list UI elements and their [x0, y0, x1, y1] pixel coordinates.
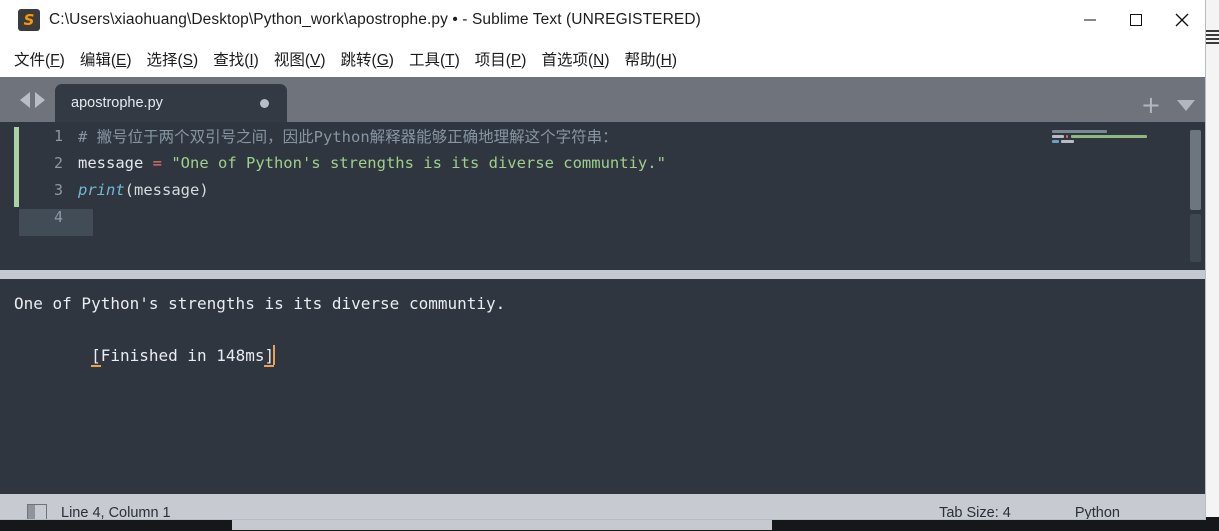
tab-apostrophe-py[interactable]: apostrophe.py	[55, 84, 287, 122]
minimap-viewport-region[interactable]	[1190, 214, 1201, 262]
maximize-icon	[1130, 14, 1142, 26]
window-title: C:\Users\xiaohuang\Desktop\Python_work\a…	[49, 11, 701, 28]
minimap-token	[1052, 130, 1108, 133]
window-controls	[1067, 0, 1205, 40]
menu-bar: 文件(F) 编辑(E) 选择(S) 查找(I) 视图(V) 跳转(G) 工具(T) 项目(P)…	[0, 40, 1205, 77]
menu-item-5[interactable]: 视图(V)	[274, 48, 326, 70]
tab-bar-actions: +	[1141, 93, 1195, 117]
cursor-position-label[interactable]: Line 4, Column 1	[61, 505, 171, 520]
title-bar: S C:\Users\xiaohuang\Desktop\Python_work…	[0, 0, 1205, 40]
menu-item-8[interactable]: 项目(P)	[475, 48, 527, 70]
tab-label: apostrophe.py	[71, 95, 163, 111]
line-number: 2	[53, 153, 63, 172]
minimize-icon	[1084, 19, 1096, 21]
code-text: print(message)	[78, 181, 209, 199]
token-fn: print	[78, 180, 125, 199]
sidebar-toggle-icon[interactable]	[27, 503, 47, 519]
line-number: 4	[53, 207, 63, 226]
output-finished-text: Finished in 148ms	[100, 346, 265, 365]
menu-item-1[interactable]: 文件(F)	[14, 48, 65, 70]
minimap-token	[1052, 135, 1064, 138]
minimap[interactable]	[1034, 122, 1201, 270]
menu-item-10[interactable]: 帮助(H)	[624, 48, 677, 70]
menu-item-2[interactable]: 编辑(E)	[80, 48, 132, 70]
output-line-finished: [Finished in 148ms]	[14, 317, 1205, 395]
maximize-button[interactable]	[1113, 0, 1159, 40]
status-bar-right: Tab Size: 4 Python	[939, 494, 1205, 520]
code-line-1[interactable]: 1 # 撇号位于两个双引号之间，因此Python解释器能够正确地理解这个字符串：	[0, 122, 1205, 149]
tab-modified-dot-icon[interactable]	[260, 99, 269, 108]
menu-item-9[interactable]: 首选项(N)	[541, 48, 609, 70]
code-lines: 1 # 撇号位于两个双引号之间，因此Python解释器能够正确地理解这个字符串： 2…	[0, 122, 1205, 230]
code-line-4[interactable]: 4	[0, 203, 1205, 230]
close-button[interactable]	[1159, 0, 1205, 40]
syntax-label[interactable]: Python	[1075, 505, 1120, 520]
taskbar-window-item[interactable]	[232, 518, 772, 530]
minimap-token	[1065, 135, 1069, 138]
tab-nav-arrows	[14, 77, 55, 122]
menu-item-4[interactable]: 查找(I)	[213, 48, 259, 70]
code-text: message = "One of Python's strengths is …	[78, 154, 666, 172]
sublime-text-window: S C:\Users\xiaohuang\Desktop\Python_work…	[0, 0, 1205, 519]
chevron-down-icon[interactable]	[1177, 99, 1195, 111]
background-menu-lines-icon	[1206, 30, 1219, 48]
status-bar: Line 4, Column 1 Tab Size: 4 Python	[0, 494, 1205, 519]
tab-size-label[interactable]: Tab Size: 4	[939, 505, 1011, 520]
code-line-3[interactable]: 3 print(message)	[0, 176, 1205, 203]
token-var: message	[78, 153, 153, 172]
screen: S C:\Users\xiaohuang\Desktop\Python_work…	[0, 0, 1219, 531]
token-comment: # 撇号位于两个双引号之间，因此Python解释器能够正确地理解这个字符串：	[78, 127, 618, 146]
line-number: 3	[53, 180, 63, 199]
bracket-open: [	[91, 346, 101, 367]
minimap-token	[1061, 140, 1075, 143]
token-op: =	[152, 153, 172, 172]
minimap-scrollbar-thumb[interactable]	[1190, 130, 1201, 210]
output-line-program: One of Python's strengths is its diverse…	[14, 294, 506, 313]
token-plain: (message)	[124, 180, 209, 199]
build-output-panel[interactable]: One of Python's strengths is its diverse…	[0, 279, 1205, 494]
panel-separator[interactable]	[0, 270, 1205, 279]
menu-item-7[interactable]: 工具(T)	[409, 48, 460, 70]
new-tab-button[interactable]: +	[1141, 93, 1161, 117]
code-editor[interactable]: 1 # 撇号位于两个双引号之间，因此Python解释器能够正确地理解这个字符串： 2…	[0, 122, 1205, 270]
menu-item-6[interactable]: 跳转(G)	[341, 48, 394, 70]
tab-bar: apostrophe.py +	[0, 77, 1205, 122]
close-icon	[1175, 13, 1189, 27]
arrow-right-icon[interactable]	[35, 91, 45, 108]
minimap-token	[1070, 135, 1148, 138]
token-str: "One of Python's strengths is its divers…	[171, 153, 666, 172]
minimap-token	[1052, 140, 1060, 143]
menu-item-3[interactable]: 选择(S)	[147, 48, 199, 70]
line-number: 1	[53, 126, 63, 145]
text-cursor	[273, 345, 276, 365]
minimize-button[interactable]	[1067, 0, 1113, 40]
code-text: # 撇号位于两个双引号之间，因此Python解释器能够正确地理解这个字符串：	[78, 125, 618, 147]
sublime-text-icon: S	[18, 9, 40, 31]
arrow-left-icon[interactable]	[20, 91, 30, 108]
code-line-2[interactable]: 2 message = "One of Python's strengths is…	[0, 149, 1205, 176]
